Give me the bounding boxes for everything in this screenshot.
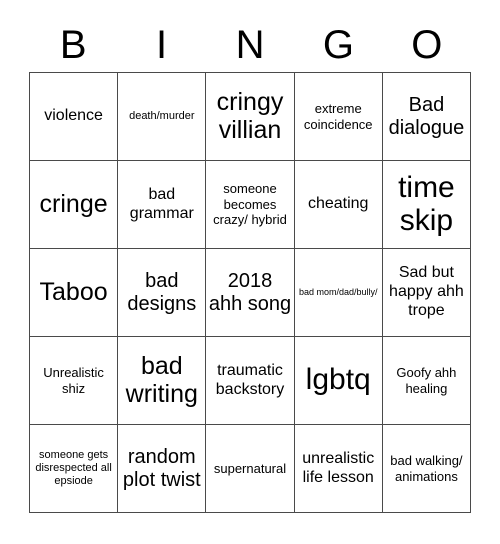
bingo-cell-label: Unrealistic shiz (43, 364, 104, 396)
bingo-cell-label: supernatural (213, 460, 287, 476)
bingo-cell-label: Bad dialogue (388, 94, 465, 139)
bingo-cell[interactable]: death/murder (118, 73, 207, 161)
bingo-cell-label: time skip (398, 171, 455, 237)
bingo-cell[interactable]: bad grammar (118, 161, 207, 249)
bingo-cell-label: someone becomes crazy/ hybrid (213, 181, 287, 228)
bingo-cell[interactable]: traumatic backstory (206, 337, 295, 425)
bingo-cell-label: bad designs (127, 270, 197, 315)
bingo-cell[interactable]: Bad dialogue (382, 73, 472, 161)
bingo-row: Taboo bad designs 2018 ahh song bad mom/… (30, 249, 472, 337)
bingo-cell-label: bad mom/dad/bully/ (298, 287, 378, 298)
bingo-header-row: B I N G O (29, 18, 471, 72)
bingo-cell[interactable]: Unrealistic shiz (30, 337, 119, 425)
bingo-cell[interactable]: unrealistic life lesson (294, 425, 383, 513)
bingo-cell-label: Taboo (39, 277, 108, 306)
bingo-cell-label: someone gets disrespected all epsiode (35, 448, 112, 488)
bingo-row: someone gets disrespected all epsiode ra… (30, 425, 472, 513)
bingo-cell[interactable]: cringy villian (206, 73, 295, 161)
bingo-cell-label: Goofy ahh healing (396, 364, 457, 396)
bingo-cell-label: unrealistic life lesson (302, 449, 375, 486)
bingo-cell[interactable]: cheating (294, 161, 383, 249)
bingo-row: violence death/murder cringy villian ext… (30, 73, 472, 161)
bingo-cell[interactable]: bad walking/ animations (382, 425, 472, 513)
bingo-cell[interactable]: time skip (382, 161, 472, 249)
bingo-cell[interactable]: Sad but happy ahh trope (382, 249, 472, 337)
bingo-cell[interactable]: Taboo (30, 249, 119, 337)
bingo-cell-label: bad writing (125, 352, 198, 408)
bingo-cell[interactable]: cringe (30, 161, 119, 249)
bingo-cell-label: traumatic backstory (215, 361, 285, 398)
bingo-cell-label: cheating (307, 195, 369, 213)
bingo-cell[interactable]: supernatural (206, 425, 295, 513)
bingo-cell[interactable]: extreme coincidence (294, 73, 383, 161)
bingo-header-letter-o: O (411, 23, 443, 67)
bingo-cell-label: bad grammar (129, 185, 194, 222)
bingo-row: cringe bad grammar someone becomes crazy… (30, 161, 472, 249)
bingo-cell[interactable]: violence (30, 73, 119, 161)
bingo-cell-label: Sad but happy ahh trope (389, 264, 464, 319)
bingo-cell[interactable]: random plot twist (118, 425, 207, 513)
bingo-card: B I N G O violence death/murder cringy v… (0, 0, 500, 544)
bingo-cell[interactable]: someone becomes crazy/ hybrid (206, 161, 295, 249)
bingo-cell-label: bad walking/ animations (390, 452, 463, 484)
bingo-cell-label: lgbtq (305, 363, 371, 397)
bingo-header-letter-g: G (322, 23, 354, 67)
bingo-cell[interactable]: Goofy ahh healing (382, 337, 472, 425)
bingo-cell[interactable]: bad writing (118, 337, 207, 425)
bingo-cell[interactable]: bad designs (118, 249, 207, 337)
bingo-header-letter-b: B (59, 23, 87, 67)
bingo-row: Unrealistic shiz bad writing traumatic b… (30, 337, 472, 425)
bingo-cell-label: cringe (39, 189, 108, 218)
bingo-cell[interactable]: lgbtq (294, 337, 383, 425)
bingo-cell-label: 2018 ahh song (208, 270, 292, 315)
bingo-grid: violence death/murder cringy villian ext… (29, 72, 472, 513)
bingo-header-letter-i: I (156, 23, 168, 67)
bingo-header-letter-n: N (235, 23, 265, 67)
bingo-cell[interactable]: someone gets disrespected all epsiode (30, 425, 119, 513)
bingo-cell[interactable]: 2018 ahh song (206, 249, 295, 337)
bingo-cell-label: violence (44, 107, 103, 125)
bingo-cell-label: extreme coincidence (303, 100, 373, 132)
bingo-cell-label: cringy villian (216, 88, 284, 144)
bingo-cell-label: death/murder (129, 109, 195, 122)
bingo-cell[interactable]: bad mom/dad/bully/ (294, 249, 383, 337)
bingo-cell-label: random plot twist (122, 446, 201, 491)
